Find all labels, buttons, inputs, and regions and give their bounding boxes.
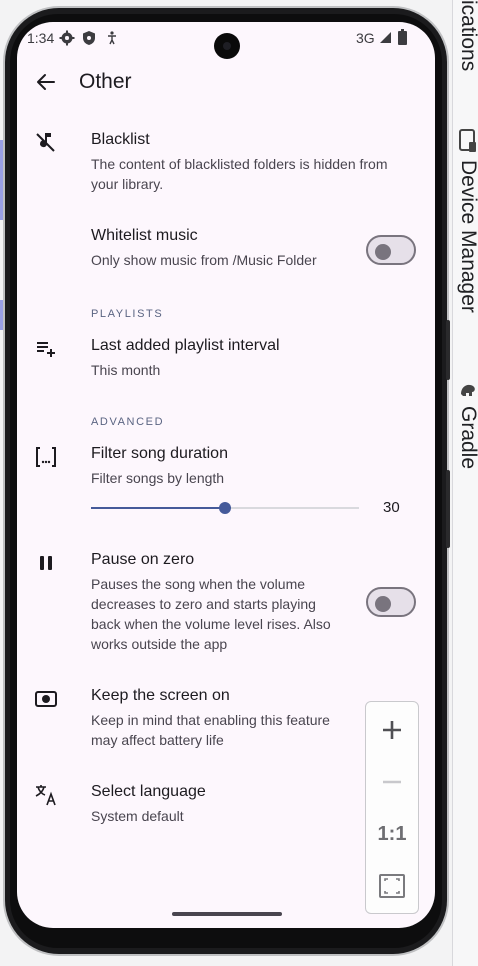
keep-screen-on-title: Keep the screen on xyxy=(91,687,230,704)
minus-icon xyxy=(383,780,401,784)
filter-duration-title: Filter song duration xyxy=(91,445,228,462)
duration-slider-thumb[interactable] xyxy=(219,502,231,514)
duration-slider-fill xyxy=(91,507,225,509)
whitelist-title: Whitelist music xyxy=(91,227,198,244)
accessibility-icon xyxy=(108,31,116,45)
playlist-add-icon xyxy=(37,342,55,357)
whitelist-toggle[interactable] xyxy=(366,235,416,265)
select-language-subtitle: System default xyxy=(91,808,184,824)
power-button xyxy=(446,470,450,548)
shield-icon xyxy=(83,31,95,45)
last-added-title: Last added playlist interval xyxy=(91,337,280,354)
battery-icon xyxy=(398,29,407,45)
keep-screen-on-line1: Keep in mind that enabling this feature xyxy=(91,712,330,728)
translate-icon xyxy=(35,785,56,806)
fit-screen-icon xyxy=(379,874,405,898)
screen-brightness-icon xyxy=(35,691,57,707)
toggle-knob xyxy=(375,596,391,612)
settings-gear-icon xyxy=(59,30,75,46)
network-type: 3G xyxy=(356,30,375,46)
status-time: 1:34 xyxy=(27,30,55,46)
select-language-title: Select language xyxy=(91,783,206,800)
pause-on-zero-line1: Pauses the song when the volume xyxy=(91,576,306,592)
pause-on-zero-title: Pause on zero xyxy=(91,551,195,568)
pause-on-zero-line3: back when the volume level rises. Also xyxy=(91,616,331,632)
whitelist-subtitle: Only show music from /Music Folder xyxy=(91,252,317,268)
ide-tab-notifications[interactable]: ications xyxy=(456,0,478,71)
page-title: Other xyxy=(79,70,132,93)
filter-duration-icon xyxy=(36,447,56,467)
front-camera xyxy=(214,33,240,59)
zoom-in-button[interactable] xyxy=(367,706,417,754)
pause-on-zero-line2: decreases to zero and starts playing xyxy=(91,596,316,612)
actual-size-button[interactable]: 1:1 xyxy=(367,810,417,858)
home-indicator[interactable] xyxy=(172,912,282,916)
duration-value: 30 xyxy=(383,499,400,516)
volume-button xyxy=(446,320,450,380)
device-manager-icon xyxy=(459,129,476,152)
toggle-knob xyxy=(375,244,391,260)
fit-screen-button[interactable] xyxy=(367,862,417,910)
blacklist-subtitle-line2: your library. xyxy=(91,176,164,192)
filter-duration-subtitle: Filter songs by length xyxy=(91,470,225,486)
playlists-section-header: PLAYLISTS xyxy=(91,308,164,320)
back-arrow-icon[interactable] xyxy=(34,70,58,94)
advanced-section-header: ADVANCED xyxy=(91,416,165,428)
pause-on-zero-toggle[interactable] xyxy=(366,587,416,617)
keep-screen-on-line2: may affect battery life xyxy=(91,732,224,748)
ide-tab-device-manager[interactable]: Device Manager xyxy=(456,160,478,313)
last-added-subtitle: This month xyxy=(91,362,161,378)
zoom-out-button[interactable] xyxy=(367,758,417,806)
plus-icon xyxy=(383,721,401,739)
gradle-icon xyxy=(461,384,475,396)
pause-on-zero-line4: works outside the app xyxy=(91,636,228,652)
ide-tab-gradle[interactable]: Gradle xyxy=(456,406,478,469)
pause-icon xyxy=(40,556,52,570)
signal-icon xyxy=(380,32,391,43)
blacklist-title: Blacklist xyxy=(91,131,150,148)
blacklist-subtitle-line1: The content of blacklisted folders is hi… xyxy=(91,156,388,172)
